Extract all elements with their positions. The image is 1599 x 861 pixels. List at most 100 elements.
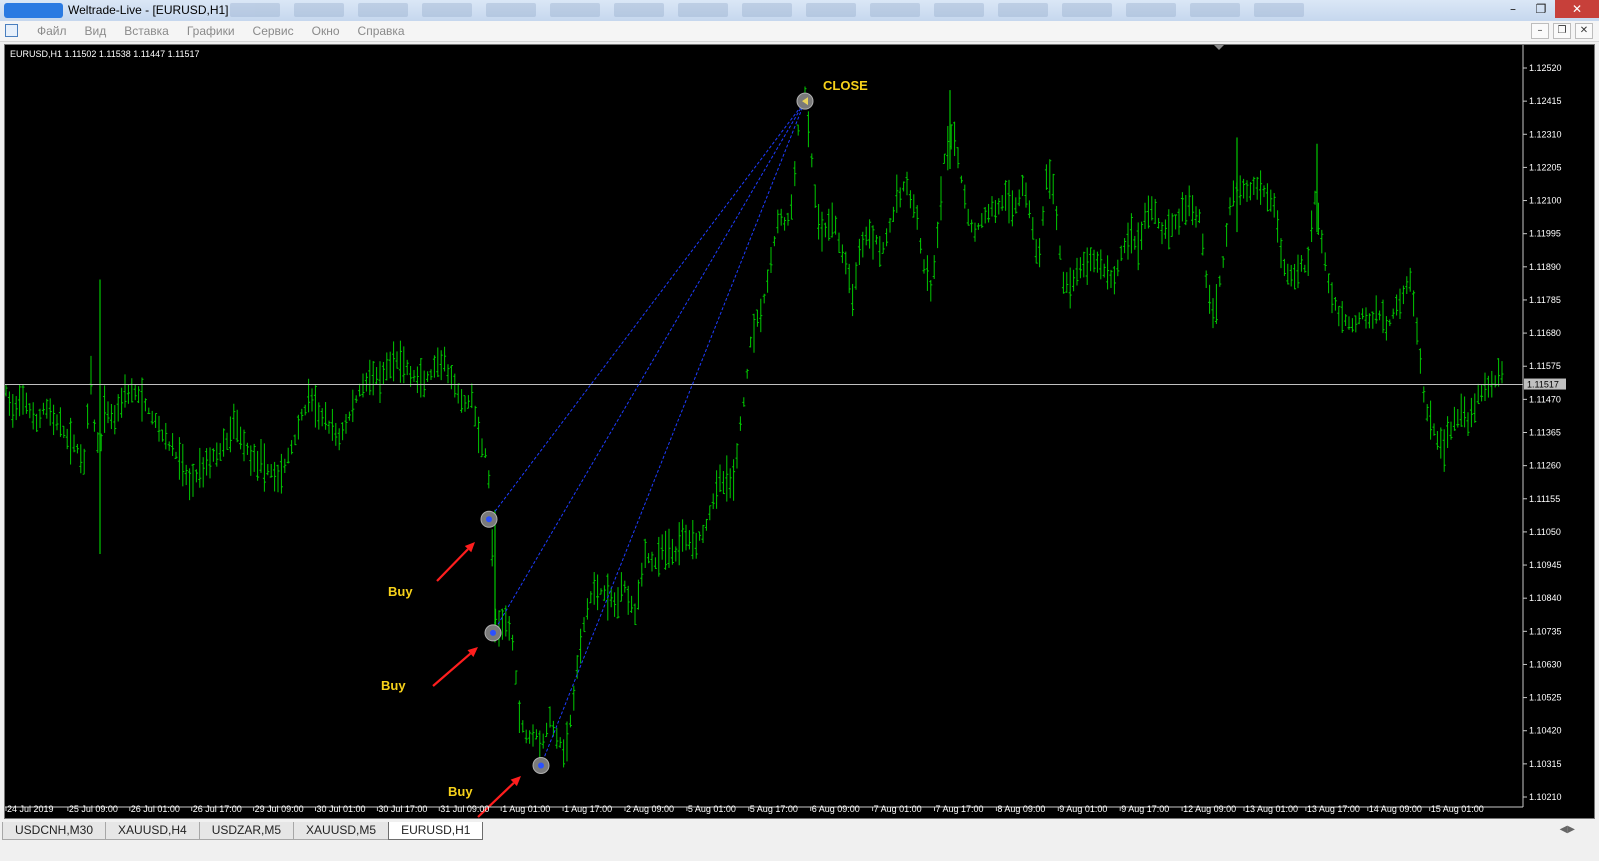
minimize-icon[interactable]: – [1499,0,1527,18]
ohlc-bar [701,524,705,544]
chart-close-icon[interactable]: ✕ [1575,23,1593,39]
menu-window[interactable]: Окно [303,24,349,38]
ohlc-bar [1140,221,1144,250]
ohlc-bar [813,184,817,208]
ohlc-bar [1422,386,1426,403]
ohlc-bar [779,208,783,226]
ohlc-bar [742,397,746,407]
ohlc-bar [878,236,882,268]
ohlc-bar [874,234,878,245]
price-tick-label: 1.11470 [1529,394,1561,404]
price-tick-label: 1.12415 [1529,96,1562,106]
ohlc-bar [507,616,511,641]
ohlc-bar [191,463,195,497]
ohlc-bar [789,194,793,220]
ohlc-bar [929,280,933,302]
ohlc-bar [861,231,865,258]
menu-charts[interactable]: Графики [178,24,244,38]
ohlc-bar [1014,197,1018,214]
ohlc-bar [1034,239,1038,264]
ohlc-bar [626,585,630,615]
close-icon[interactable]: ✕ [1555,0,1599,18]
ohlc-bar [1089,247,1093,272]
ohlc-bar [113,405,117,435]
menu-help[interactable]: Справка [349,24,414,38]
window-controls: – ❐ ✕ [1499,0,1599,20]
ohlc-bar [677,522,681,566]
tab-scroll-icon[interactable]: ◀▶ [1560,824,1575,835]
ohlc-bar [636,579,640,610]
ohlc-bar [932,255,936,280]
price-tick-label: 1.12205 [1529,162,1562,172]
price-chart[interactable]: 1.12520 1.12415 1.12310 1.12205 1.12100 1.119… [5,45,1594,818]
menu-tools[interactable]: Сервис [244,24,303,38]
ohlc-bar [7,391,11,416]
ohlc-bar [1214,284,1218,325]
ohlc-bar [1262,185,1266,198]
ohlc-bar [106,401,110,424]
ohlc-bar [351,389,355,423]
buy-entry-dot [538,762,544,769]
ohlc-bar [711,493,715,510]
app-icon[interactable] [5,24,18,37]
menu-file[interactable]: Файл [28,24,76,38]
ohlc-bar [650,551,654,572]
ohlc-bar [613,592,617,617]
menu-view[interactable]: Вид [76,24,116,38]
chart-minimize-icon[interactable]: – [1531,23,1549,39]
ohlc-bar [92,419,96,432]
ohlc-bar [1245,180,1249,202]
tab-eurusd-h1[interactable]: EURUSD,H1 [388,822,484,840]
ohlc-bar [728,468,732,499]
ohlc-bar [1225,223,1229,247]
ohlc-bar [402,346,406,384]
chart-info: EURUSD,H1 1.11502 1.11538 1.11447 1.1151… [10,49,199,59]
ohlc-bar [844,251,848,275]
tab-xauusd-h4[interactable]: XAUUSD,H4 [105,822,200,840]
scroll-marker-icon[interactable] [1214,45,1224,50]
ohlc-bar [72,434,76,453]
ohlc-bar [1354,315,1358,333]
restore-icon[interactable]: ❐ [1527,0,1555,18]
ohlc-bar [837,232,841,254]
ohlc-bar [997,198,1001,215]
ohlc-bar [1160,222,1164,245]
ohlc-bar [1476,383,1480,405]
ohlc-bar [266,464,270,476]
ohlc-bar [419,358,423,398]
ohlc-bar [657,536,661,577]
chart-window[interactable]: 1.12520 1.12415 1.12310 1.12205 1.12100 1.119… [4,44,1595,819]
time-tick-label: 26 Jul 17:00 [193,804,242,814]
ohlc-bar [409,365,413,387]
ohlc-bar [881,242,885,254]
time-tick-label: 6 Aug 09:00 [812,804,860,814]
chart-restore-icon[interactable]: ❐ [1553,23,1571,39]
ohlc-bar [993,200,997,223]
ohlc-bar [1269,189,1273,212]
ohlc-bar [902,181,906,192]
ohlc-bar [776,209,780,234]
ohlc-bar [1248,182,1252,201]
ohlc-bar [1367,313,1371,329]
ohlc-bar [919,238,923,254]
ohlc-bar [490,529,494,567]
tab-xauusd-m5[interactable]: XAUUSD,M5 [293,822,390,840]
ohlc-bar [48,398,52,426]
ohlc-bar [806,111,810,148]
ohlc-bar [980,213,984,229]
price-tick-label: 1.12100 [1529,196,1562,206]
ohlc-bar [385,352,389,381]
ohlc-bar [1044,164,1048,190]
ohlc-bar [1242,178,1246,199]
ohlc-bar [293,434,297,446]
ohlc-bar [572,685,576,711]
ohlc-bar [1412,290,1416,317]
ohlc-bar [1374,295,1378,324]
tab-usdzar-m5[interactable]: USDZAR,M5 [198,822,295,840]
ohlc-bar [341,422,345,441]
ohlc-bar [715,470,719,509]
ohlc-bar [1231,180,1235,207]
menu-insert[interactable]: Вставка [115,24,178,38]
ohlc-bar [120,387,124,418]
tab-usdcnh-m30[interactable]: USDCNH,M30 [2,822,107,840]
